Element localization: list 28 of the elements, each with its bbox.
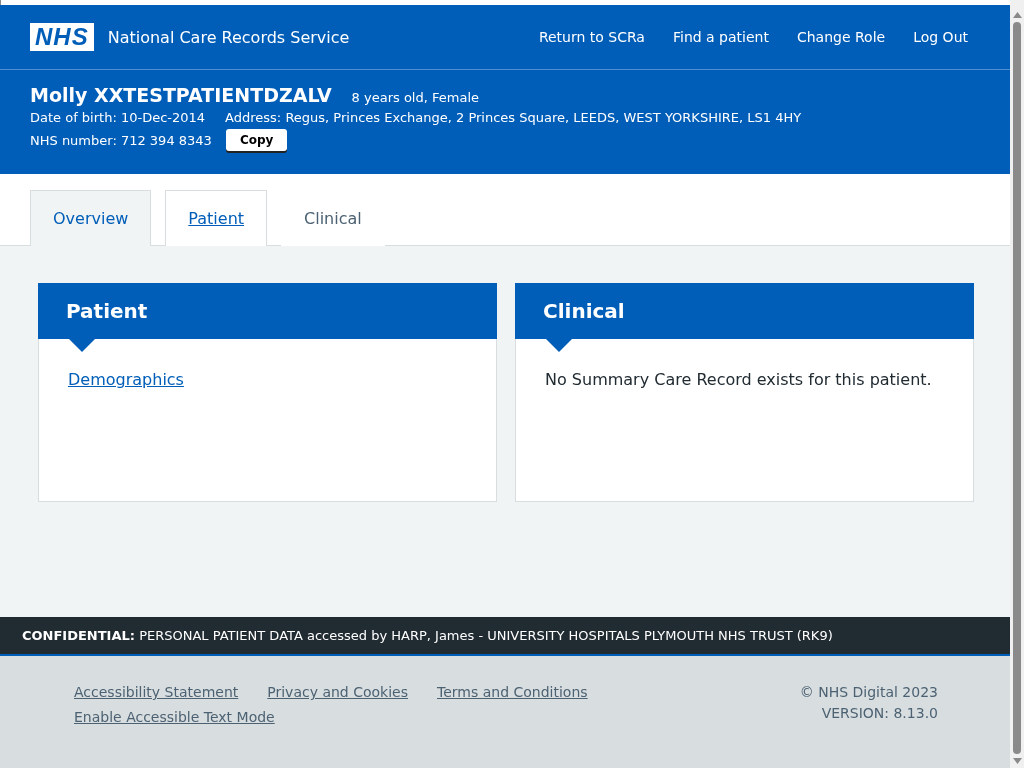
footer-link[interactable]: Terms and Conditions — [437, 684, 588, 700]
footer-link[interactable]: Privacy and Cookies — [267, 684, 409, 700]
card-message: No Summary Care Record exists for this patient. — [545, 370, 933, 389]
nhs-number: NHS number: 712 394 8343 — [30, 132, 212, 148]
version-number: VERSION: 8.13.0 — [821, 705, 938, 721]
nav-link[interactable]: Change Role — [796, 29, 886, 45]
scrollbar[interactable] — [1010, 0, 1024, 768]
tab[interactable]: Overview — [30, 190, 152, 246]
patient-name: Molly XXTESTPATIENTDZALV — [30, 84, 332, 106]
scroll-up-icon[interactable] — [1012, 12, 1022, 18]
card-link[interactable]: Demographics — [68, 370, 184, 389]
patient-address: Address: Regus, Princes Exchange, 2 Princes Square, LEEDS, WEST YORKSHIRE, LS1 4HY — [225, 110, 802, 125]
tab[interactable]: Patient — [165, 190, 268, 246]
scroll-down-icon[interactable] — [1012, 758, 1022, 764]
copy-button[interactable]: Copy — [225, 129, 288, 151]
footer-link[interactable]: Enable Accessible Text Mode — [74, 709, 275, 725]
nav-link[interactable]: Return to SCRa — [538, 29, 645, 45]
copyright: © NHS Digital 2023 — [799, 684, 938, 700]
card-title: Clinical — [543, 299, 625, 323]
card-title: Patient — [66, 299, 148, 323]
confidential-notice: CONFIDENTIAL: PERSONAL PATIENT DATA accessed by HARP, James - UNIVERSITY HOSPITALS PLYMOUTH NHS TRUST (RK9) — [22, 628, 833, 643]
date-of-birth: Date of birth: 10-Dec-2014 — [30, 110, 206, 125]
nav-link[interactable]: Log Out — [913, 29, 968, 45]
service-name: National Care Records Service — [107, 27, 350, 47]
nhs-logo[interactable]: NHS — [30, 23, 94, 51]
footer-link[interactable]: Accessibility Statement — [74, 684, 239, 700]
nav-link[interactable]: Find a patient — [672, 29, 769, 45]
patient-age-gender: 8 years old, Female — [351, 90, 479, 105]
